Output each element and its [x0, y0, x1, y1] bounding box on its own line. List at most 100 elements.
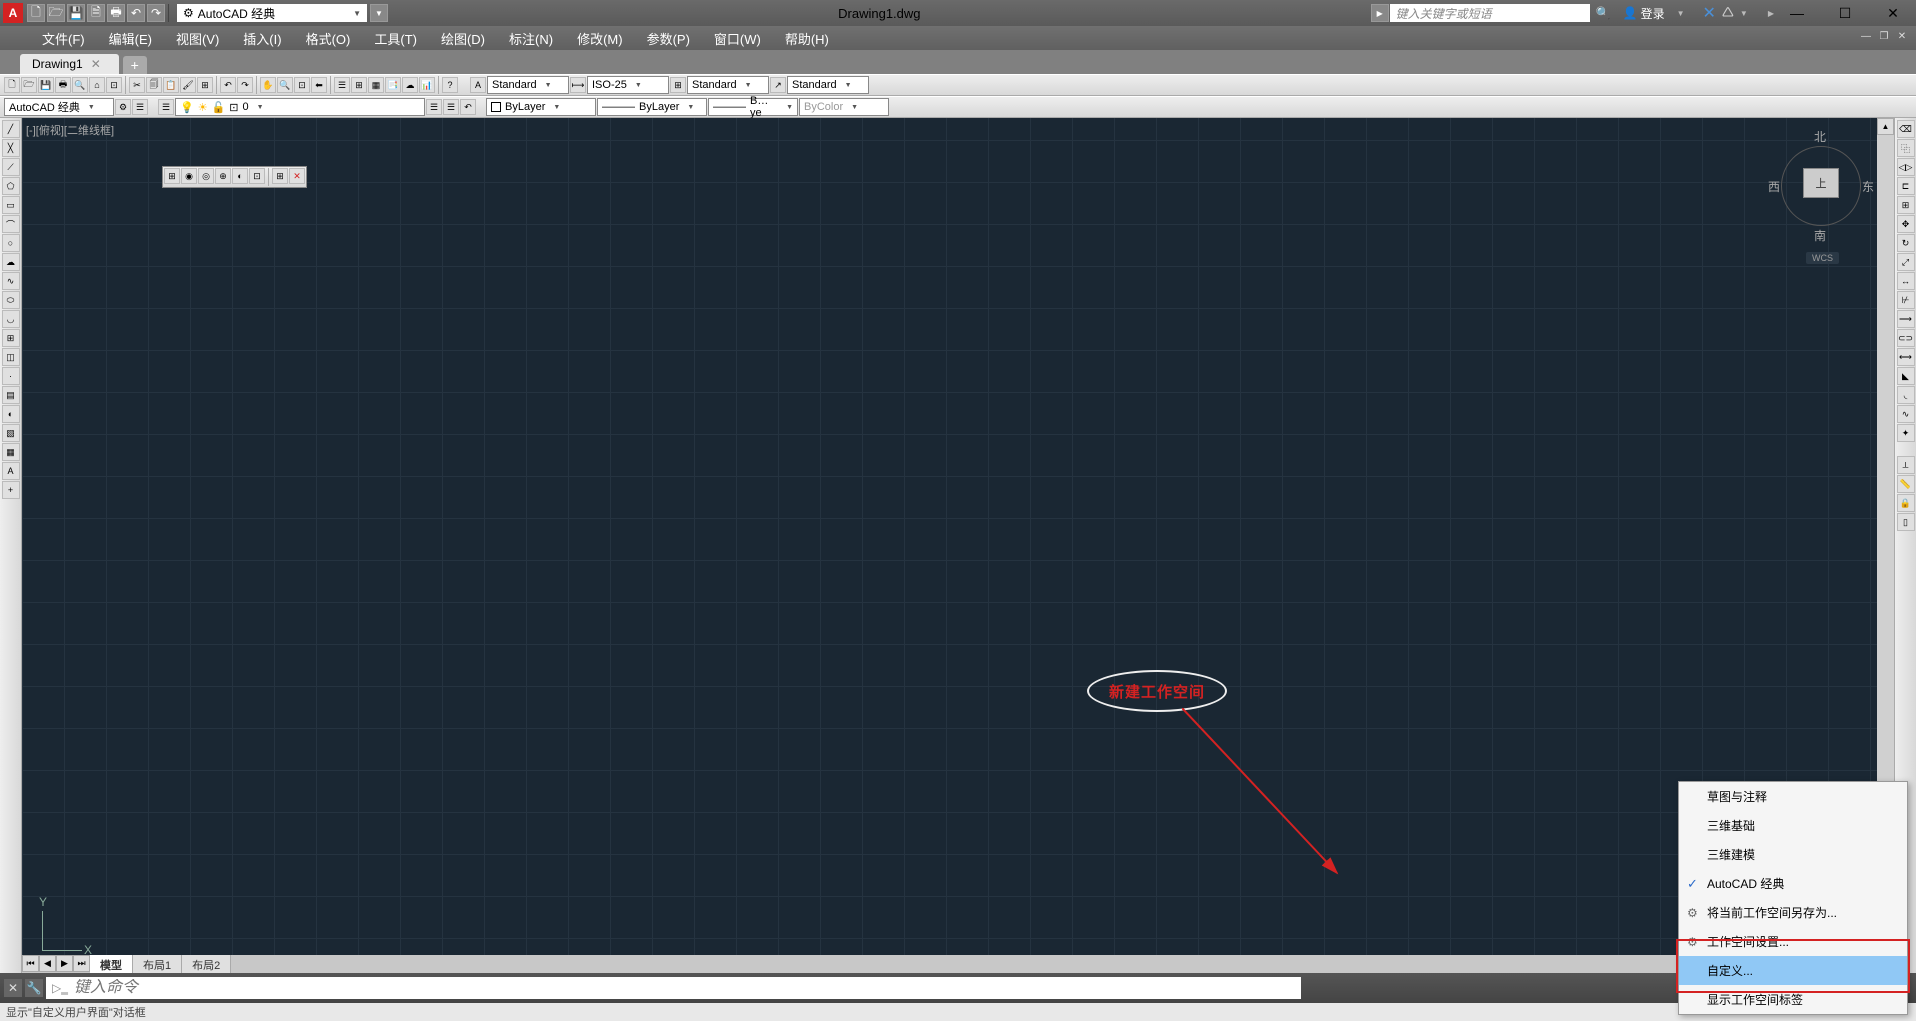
mleaderstyle-icon[interactable]: ↗ [770, 77, 786, 93]
qat-open-icon[interactable]: 🗁 [47, 4, 65, 22]
blockedit-icon[interactable]: ⊞ [197, 77, 213, 93]
workspace-dropdown[interactable]: AutoCAD 经典 [4, 98, 114, 116]
trim-icon[interactable]: ⊬ [1897, 291, 1915, 309]
copy-mod-icon[interactable]: ⿻ [1897, 139, 1915, 157]
insert-icon[interactable]: ⊞ [2, 329, 20, 347]
view-icon-8[interactable]: ✕ [289, 168, 305, 184]
workspace-gear-icon[interactable]: ☰ [132, 99, 148, 115]
menu-modify[interactable]: 修改(M) [565, 26, 635, 51]
polygon-icon[interactable]: ⬠ [2, 177, 20, 195]
spline-icon[interactable]: ∿ [2, 272, 20, 290]
mleader-style-dropdown[interactable]: Standard [787, 76, 869, 94]
layer-iso-icon[interactable]: ☰ [443, 99, 459, 115]
cm-show-label[interactable]: 显示工作空间标签 [1679, 985, 1907, 1014]
cm-drafting[interactable]: 草图与注释 [1679, 782, 1907, 811]
offset-icon[interactable]: ⊏ [1897, 177, 1915, 195]
wipeout-icon[interactable]: ▯ [1897, 513, 1915, 531]
arc-icon[interactable]: ⌒ [2, 215, 20, 233]
command-input-area[interactable]: ▷‗ [46, 977, 1301, 999]
ellipsearc-icon[interactable]: ◡ [2, 310, 20, 328]
preview-icon[interactable]: 🔍 [72, 77, 88, 93]
cm-autocad-classic[interactable]: AutoCAD 经典 [1679, 869, 1907, 898]
close-button[interactable]: ✕ [1870, 0, 1916, 26]
addselect-icon[interactable]: + [2, 481, 20, 499]
layer-state-icon[interactable]: ☰ [426, 99, 442, 115]
menu-edit[interactable]: 编辑(E) [97, 26, 164, 51]
help-icon[interactable]: 🛆 [1722, 3, 1734, 24]
fillet-icon[interactable]: ◟ [1897, 386, 1915, 404]
table-icon[interactable]: ▦ [2, 443, 20, 461]
scale-icon[interactable]: ⤢ [1897, 253, 1915, 271]
new-tab-button[interactable]: + [123, 56, 147, 74]
layout-prev-icon[interactable]: ◀ [39, 955, 56, 972]
menu-draw[interactable]: 绘图(D) [429, 26, 497, 51]
view-icon-7[interactable]: ⊞ [272, 168, 288, 184]
cut-icon[interactable]: ✂ [129, 77, 145, 93]
drawing-canvas[interactable]: [-][俯视][二维线框] ⊞ ◉ ◎ ⊕ ◐ ⊡ ⊞ ✕ Y X [22, 118, 1894, 981]
line-icon[interactable]: ╱ [2, 120, 20, 138]
sheetset-icon[interactable]: 📑 [385, 77, 401, 93]
viewport-label[interactable]: [-][俯视][二维线框] [26, 122, 114, 138]
blend-icon[interactable]: ∿ [1897, 405, 1915, 423]
wcs-badge[interactable]: WCS [1806, 252, 1839, 264]
tab-close-icon[interactable]: ✕ [91, 57, 101, 71]
publish-icon[interactable]: ⌂ [89, 77, 105, 93]
viewcube-south[interactable]: 南 [1814, 227, 1826, 244]
ellipse-icon[interactable]: ⬭ [2, 291, 20, 309]
exchange-icon[interactable]: ✕ [1703, 3, 1716, 23]
layout-next-icon[interactable]: ▶ [56, 955, 73, 972]
paste-icon[interactable]: 📋 [163, 77, 179, 93]
command-input[interactable] [74, 979, 1295, 997]
etransmit-icon[interactable]: ⊡ [106, 77, 122, 93]
redo-icon[interactable]: ↷ [237, 77, 253, 93]
qat-saveas-icon[interactable]: 🗎 [87, 4, 105, 22]
text-style-dropdown[interactable]: Standard [487, 76, 569, 94]
mirror-icon[interactable]: ◁▷ [1897, 158, 1915, 176]
linetype-dropdown[interactable]: ———ByLayer [597, 98, 707, 116]
stretch-icon[interactable]: ↔ [1897, 272, 1915, 290]
markup-icon[interactable]: ☁ [402, 77, 418, 93]
help-icon[interactable]: ? [442, 77, 458, 93]
viewcube-west[interactable]: 西 [1768, 178, 1780, 195]
rectangle-icon[interactable]: ▭ [2, 196, 20, 214]
color-dropdown[interactable]: ByLayer [486, 98, 596, 116]
view-icon-1[interactable]: ⊞ [164, 168, 180, 184]
pan-icon[interactable]: ✋ [260, 77, 276, 93]
array-icon[interactable]: ⊞ [1897, 196, 1915, 214]
app-icon[interactable]: A [3, 3, 23, 23]
viewcube-east[interactable]: 东 [1862, 178, 1874, 195]
view-cube[interactable]: 北 上 南 东 西 WCS [1776, 128, 1866, 258]
maximize-button[interactable]: ☐ [1822, 0, 1868, 26]
menu-help[interactable]: 帮助(H) [773, 26, 841, 51]
zoom-window-icon[interactable]: ⊡ [294, 77, 310, 93]
cm-3d-modeling[interactable]: 三维建模 [1679, 840, 1907, 869]
cm-save-workspace[interactable]: 将当前工作空间另存为... [1679, 898, 1907, 927]
erase-icon[interactable]: ⌫ [1897, 120, 1915, 138]
doc-close-icon[interactable]: ✕ [1894, 31, 1910, 45]
zoom-prev-icon[interactable]: ⬅ [311, 77, 327, 93]
print-icon[interactable]: 🖶 [55, 77, 71, 93]
search-input[interactable]: 键入关键字或短语 [1390, 4, 1590, 22]
search-icon[interactable]: 🔍 [1596, 6, 1611, 20]
qat-redo-icon[interactable]: ↷ [147, 4, 165, 22]
qat-more-icon[interactable]: ▼ [370, 4, 388, 22]
circle-icon[interactable]: ○ [2, 234, 20, 252]
rotate-icon[interactable]: ↻ [1897, 234, 1915, 252]
revcloud-icon[interactable]: ☁ [2, 253, 20, 271]
dimstyle-icon[interactable]: ⟼ [570, 77, 586, 93]
minimize-button[interactable]: — [1774, 0, 1820, 26]
mtext-icon[interactable]: A [2, 462, 20, 480]
move-icon[interactable]: ✥ [1897, 215, 1915, 233]
cmd-options-icon[interactable]: 🔧 [25, 979, 43, 997]
design-center-icon[interactable]: ⊞ [351, 77, 367, 93]
join-icon[interactable]: ⟷ [1897, 348, 1915, 366]
calc-icon[interactable]: 📊 [419, 77, 435, 93]
menu-format[interactable]: 格式(O) [294, 26, 363, 51]
layout-tab-model[interactable]: 模型 [90, 955, 133, 973]
qat-undo-icon[interactable]: ↶ [127, 4, 145, 22]
qat-print-icon[interactable]: 🖶 [107, 4, 125, 22]
block-icon[interactable]: ◫ [2, 348, 20, 366]
copy-icon[interactable]: 🗐 [146, 77, 162, 93]
plotstyle-dropdown[interactable]: ByColor [799, 98, 889, 116]
pline-icon[interactable]: ⟋ [2, 158, 20, 176]
